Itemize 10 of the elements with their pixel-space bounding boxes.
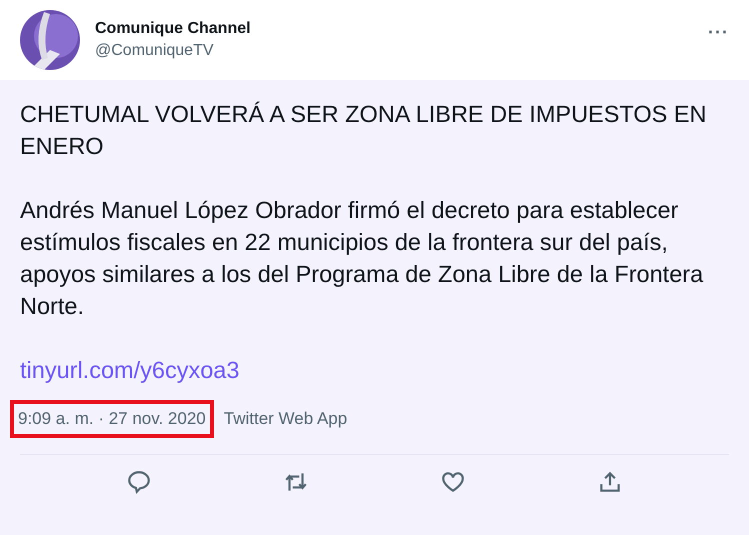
tweet-headline: CHETUMAL VOLVERÁ A SER ZONA LIBRE DE IMPUESTOS EN ENERO [20, 100, 708, 161]
timestamp[interactable]: 9:09 a. m. · 27 nov. 2020 [10, 400, 214, 438]
author-handle[interactable]: @ComuniqueTV [95, 42, 694, 60]
reply-icon[interactable] [126, 469, 152, 495]
heart-icon[interactable] [440, 469, 466, 495]
more-menu[interactable]: ··· [708, 22, 729, 43]
tweet-text: Andrés Manuel López Obrador firmó el decreto para establecer estímulos fiscales en 22 municipios de la frontera sur del país, apoyos similares a los del Programa de Zona Libre de la Frontera Norte. [20, 196, 704, 321]
author-name[interactable]: Comunique Channel [95, 20, 694, 38]
tweet-link[interactable]: tinyurl.com/y6cyxoa3 [20, 354, 240, 386]
source-label[interactable]: Twitter Web App [224, 409, 348, 429]
